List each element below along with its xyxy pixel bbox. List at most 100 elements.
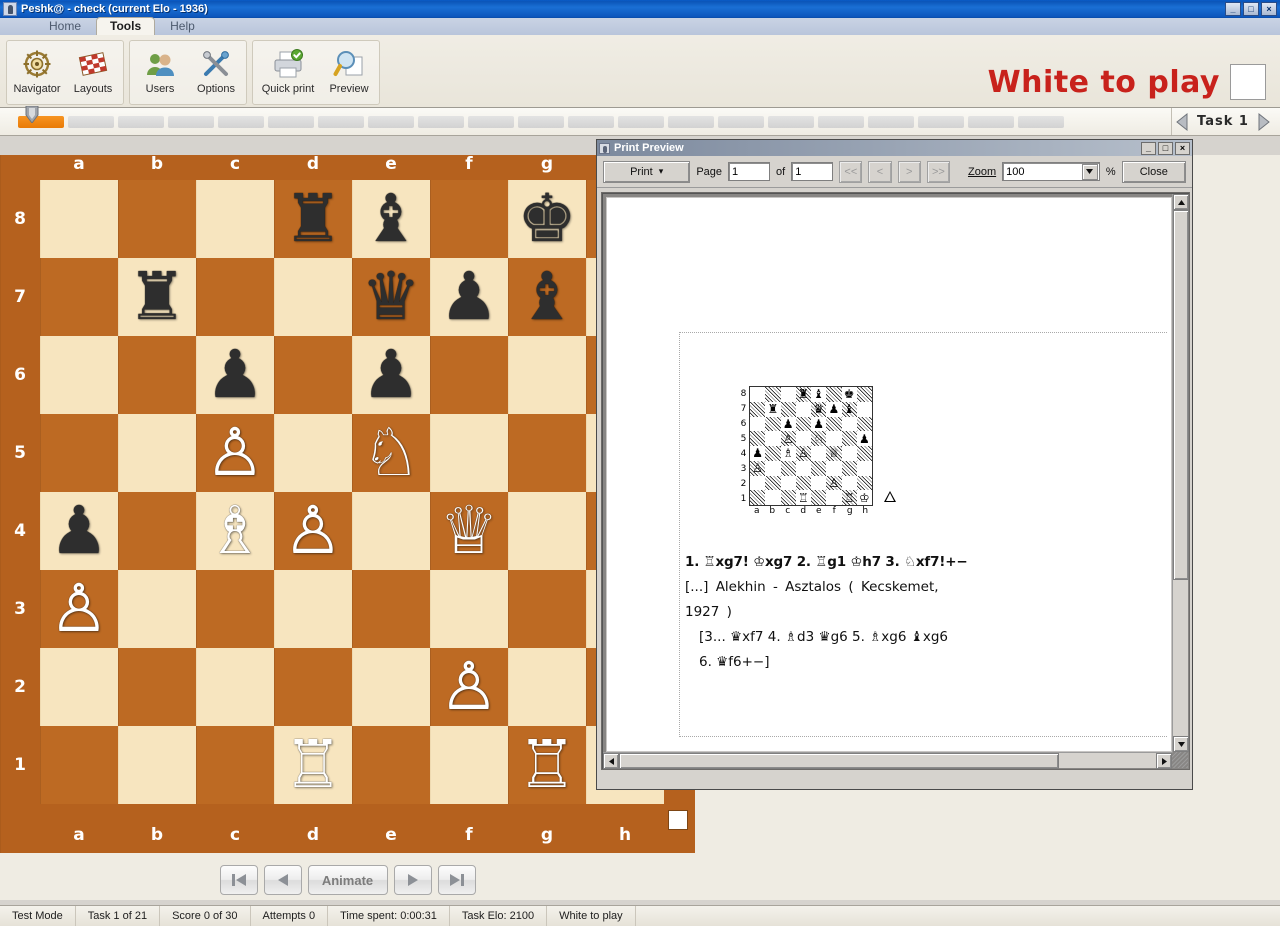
board-square-e3[interactable] bbox=[352, 570, 430, 648]
board-square-a3[interactable]: ♙ bbox=[40, 570, 118, 648]
task-prev-button[interactable] bbox=[1172, 111, 1194, 133]
zoom-select[interactable]: 100 bbox=[1002, 162, 1100, 181]
board-square-d2[interactable] bbox=[274, 648, 352, 726]
board-square-c4[interactable]: ♗ bbox=[196, 492, 274, 570]
maximize-button[interactable]: □ bbox=[1243, 2, 1259, 16]
piece-wp[interactable]: ♙ bbox=[196, 414, 274, 492]
task-segment[interactable] bbox=[268, 116, 314, 128]
board-square-f8[interactable] bbox=[430, 180, 508, 258]
resize-grip[interactable] bbox=[1172, 752, 1188, 768]
task-segment[interactable] bbox=[68, 116, 114, 128]
task-segment[interactable] bbox=[168, 116, 214, 128]
vertical-scroll-thumb[interactable] bbox=[1173, 210, 1189, 580]
board-square-f3[interactable] bbox=[430, 570, 508, 648]
board-square-b5[interactable] bbox=[118, 414, 196, 492]
task-segment[interactable] bbox=[118, 116, 164, 128]
board-square-f4[interactable]: ♕ bbox=[430, 492, 508, 570]
tab-tools[interactable]: Tools bbox=[96, 17, 155, 35]
task-segment[interactable] bbox=[618, 116, 664, 128]
board-square-d8[interactable]: ♜ bbox=[274, 180, 352, 258]
page-total-input[interactable] bbox=[791, 162, 833, 181]
preview-vertical-scrollbar[interactable] bbox=[1172, 194, 1188, 752]
board-square-b7[interactable]: ♜ bbox=[118, 258, 196, 336]
scroll-right-button[interactable] bbox=[1156, 753, 1172, 769]
piece-wp[interactable]: ♙ bbox=[274, 492, 352, 570]
task-segment[interactable] bbox=[318, 116, 364, 128]
board-square-a2[interactable] bbox=[40, 648, 118, 726]
piece-wn[interactable]: ♘ bbox=[352, 414, 430, 492]
scroll-left-button[interactable] bbox=[603, 753, 619, 769]
piece-br[interactable]: ♜ bbox=[274, 180, 352, 258]
board-square-a4[interactable]: ♟ bbox=[40, 492, 118, 570]
playback-first-button[interactable] bbox=[220, 865, 258, 895]
board-square-a1[interactable] bbox=[40, 726, 118, 804]
board-square-e2[interactable] bbox=[352, 648, 430, 726]
board-square-e4[interactable] bbox=[352, 492, 430, 570]
playback-animate-button[interactable]: Animate bbox=[308, 865, 388, 895]
board-square-c1[interactable] bbox=[196, 726, 274, 804]
task-segment[interactable] bbox=[668, 116, 714, 128]
board-square-g5[interactable] bbox=[508, 414, 586, 492]
piece-bp[interactable]: ♟ bbox=[352, 336, 430, 414]
task-segment[interactable] bbox=[518, 116, 564, 128]
navigator-button[interactable]: Navigator bbox=[9, 43, 65, 103]
task-segment[interactable] bbox=[918, 116, 964, 128]
playback-next-button[interactable] bbox=[394, 865, 432, 895]
board-square-e1[interactable] bbox=[352, 726, 430, 804]
board-square-d4[interactable]: ♙ bbox=[274, 492, 352, 570]
preview-close-button[interactable]: Close bbox=[1122, 161, 1186, 183]
task-segment[interactable] bbox=[468, 116, 514, 128]
preview-next-page-button[interactable]: > bbox=[898, 161, 921, 183]
board-square-b4[interactable] bbox=[118, 492, 196, 570]
task-segment[interactable] bbox=[568, 116, 614, 128]
piece-bb[interactable]: ♝ bbox=[508, 258, 586, 336]
tab-help[interactable]: Help bbox=[157, 18, 208, 35]
board-square-e8[interactable]: ♝ bbox=[352, 180, 430, 258]
layouts-button[interactable]: Layouts bbox=[65, 43, 121, 103]
piece-wp[interactable]: ♙ bbox=[40, 570, 118, 648]
board-square-c8[interactable] bbox=[196, 180, 274, 258]
tab-home[interactable]: Home bbox=[36, 18, 94, 35]
piece-wb[interactable]: ♗ bbox=[196, 492, 274, 570]
horizontal-scroll-thumb[interactable] bbox=[619, 753, 1059, 769]
board-square-c7[interactable] bbox=[196, 258, 274, 336]
piece-wr[interactable]: ♖ bbox=[274, 726, 352, 804]
board-square-f7[interactable]: ♟ bbox=[430, 258, 508, 336]
print-button[interactable]: Print ▾ bbox=[603, 161, 690, 183]
board-square-f2[interactable]: ♙ bbox=[430, 648, 508, 726]
task-segment[interactable] bbox=[818, 116, 864, 128]
print-preview-minimize-button[interactable]: _ bbox=[1141, 142, 1156, 155]
board-square-d6[interactable] bbox=[274, 336, 352, 414]
board-square-f1[interactable] bbox=[430, 726, 508, 804]
preview-horizontal-scrollbar[interactable] bbox=[603, 752, 1172, 768]
board-square-a8[interactable] bbox=[40, 180, 118, 258]
piece-bp[interactable]: ♟ bbox=[196, 336, 274, 414]
piece-br[interactable]: ♜ bbox=[118, 258, 196, 336]
preview-first-page-button[interactable]: << bbox=[839, 161, 862, 183]
board-square-e6[interactable]: ♟ bbox=[352, 336, 430, 414]
preview-last-page-button[interactable]: >> bbox=[927, 161, 950, 183]
board-square-b6[interactable] bbox=[118, 336, 196, 414]
board-square-b8[interactable] bbox=[118, 180, 196, 258]
task-segments[interactable] bbox=[0, 116, 1171, 128]
task-segment[interactable] bbox=[768, 116, 814, 128]
quick-print-button[interactable]: Quick print bbox=[255, 43, 321, 103]
board-square-g6[interactable] bbox=[508, 336, 586, 414]
preview-button[interactable]: Preview bbox=[321, 43, 377, 103]
playback-previous-button[interactable] bbox=[264, 865, 302, 895]
piece-bb[interactable]: ♝ bbox=[352, 180, 430, 258]
board-square-a7[interactable] bbox=[40, 258, 118, 336]
task-segment[interactable] bbox=[368, 116, 414, 128]
scroll-down-button[interactable] bbox=[1173, 736, 1189, 752]
board-square-e7[interactable]: ♛ bbox=[352, 258, 430, 336]
playback-last-button[interactable] bbox=[438, 865, 476, 895]
board-square-d1[interactable]: ♖ bbox=[274, 726, 352, 804]
board-square-b3[interactable] bbox=[118, 570, 196, 648]
piece-bp[interactable]: ♟ bbox=[430, 258, 508, 336]
print-preview-close-button[interactable]: × bbox=[1175, 142, 1190, 155]
task-segment[interactable] bbox=[418, 116, 464, 128]
board-square-c2[interactable] bbox=[196, 648, 274, 726]
page-number-input[interactable] bbox=[728, 162, 770, 181]
print-preview-maximize-button[interactable]: □ bbox=[1158, 142, 1173, 155]
task-segment[interactable] bbox=[1018, 116, 1064, 128]
